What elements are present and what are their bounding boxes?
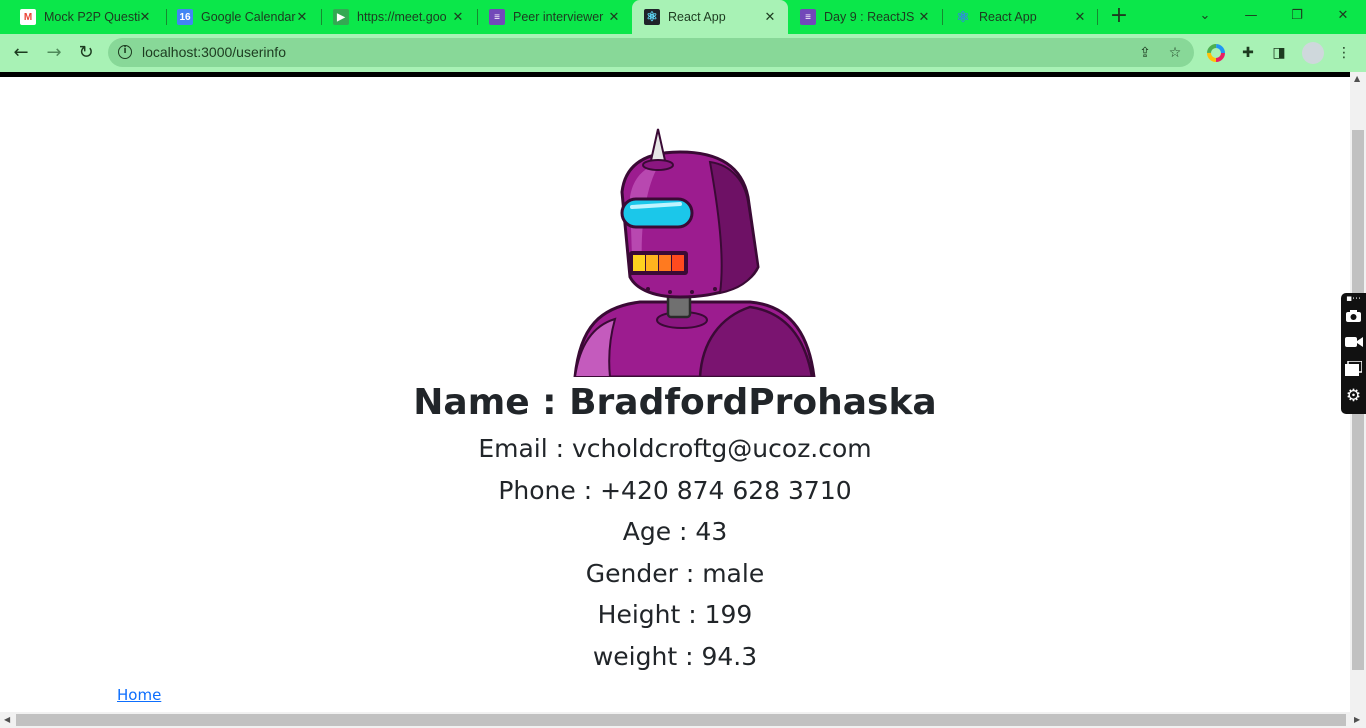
camera-icon[interactable] xyxy=(1344,309,1363,328)
react-icon: ⚛ xyxy=(956,9,970,26)
user-phone: Phone : +420 874 628 3710 xyxy=(498,476,852,505)
scroll-right-arrow-icon[interactable]: ▶ xyxy=(1354,715,1360,724)
forward-button[interactable]: → xyxy=(42,41,66,65)
settings-gear-icon[interactable]: ⚙ xyxy=(1344,387,1363,406)
window-close-button[interactable]: ✕ xyxy=(1333,6,1353,26)
tab-peer-interviewer[interactable]: ≡ Peer interviewer ✕ xyxy=(477,0,632,34)
user-height: Height : 199 xyxy=(597,600,753,629)
tab-search-chevron-icon[interactable]: ⌄ xyxy=(1195,6,1215,26)
scroll-up-arrow-icon[interactable]: ▲ xyxy=(1354,74,1360,83)
color-extension-icon[interactable] xyxy=(1207,44,1225,62)
user-gender: Gender : male xyxy=(585,559,765,588)
forms-icon: ≡ xyxy=(489,9,505,25)
tab-mock-p2p[interactable]: M Mock P2P Questi ✕ xyxy=(8,0,163,34)
user-weight: weight : 94.3 xyxy=(592,642,758,671)
back-button[interactable]: ← xyxy=(9,41,33,65)
meet-icon: ▶ xyxy=(333,9,349,25)
tab-google-meet[interactable]: ▶ https://meet.goo ✕ xyxy=(321,0,476,34)
close-icon[interactable]: ✕ xyxy=(450,9,466,25)
tab-title: React App xyxy=(979,10,1037,24)
more-menu-icon[interactable]: ⋮ xyxy=(1335,44,1353,62)
browser-toolbar: ← → ↻ i localhost:3000/userinfo ⇪ ☆ ✚ ◨ … xyxy=(0,34,1366,72)
user-email: Email : vcholdcroftg@ucoz.com xyxy=(478,434,872,463)
tab-title: Mock P2P Questi xyxy=(44,10,141,24)
reload-button[interactable]: ↻ xyxy=(74,41,98,65)
horizontal-scrollbar-thumb[interactable] xyxy=(16,714,1346,726)
tab-title: https://meet.goo xyxy=(357,10,447,24)
screen-capture-extension-panel: ▪⋯ ⚙ xyxy=(1341,293,1366,414)
url-text[interactable]: localhost:3000/userinfo xyxy=(142,44,286,60)
tab-react-app[interactable]: ⚛ React App ✕ xyxy=(943,0,1098,34)
minimize-button[interactable]: — xyxy=(1241,6,1261,26)
tab-google-calendar[interactable]: 16 Google Calendar ✕ xyxy=(165,0,320,34)
calendar-icon: 16 xyxy=(177,9,193,25)
address-bar[interactable]: i localhost:3000/userinfo ⇪ ☆ xyxy=(108,38,1194,67)
side-panel-icon[interactable]: ◨ xyxy=(1270,44,1288,62)
profile-avatar[interactable] xyxy=(1302,42,1324,64)
scroll-left-arrow-icon[interactable]: ◀ xyxy=(4,715,10,724)
horizontal-scrollbar[interactable]: ◀ ▶ xyxy=(0,712,1366,728)
window-capture-icon[interactable] xyxy=(1344,360,1363,380)
extensions-puzzle-icon[interactable]: ✚ xyxy=(1239,44,1257,62)
robot-avatar-image xyxy=(573,128,816,377)
video-camera-icon[interactable] xyxy=(1344,335,1363,354)
user-name-heading: Name : BradfordProhaska xyxy=(413,382,937,423)
panel-menu-icon[interactable]: ▪⋯ xyxy=(1344,293,1363,305)
home-link[interactable]: Home xyxy=(117,686,161,704)
forms-icon: ≡ xyxy=(800,9,816,25)
close-icon[interactable]: ✕ xyxy=(1072,9,1088,25)
tab-day9-reactjs[interactable]: ≡ Day 9 : ReactJS ✕ xyxy=(788,0,942,34)
close-icon[interactable]: ✕ xyxy=(606,9,622,25)
close-icon[interactable]: ✕ xyxy=(916,9,932,25)
share-icon[interactable]: ⇪ xyxy=(1136,44,1154,62)
page-viewport: Name : BradfordProhaska Email : vcholdcr… xyxy=(0,77,1350,712)
tab-react-app-active[interactable]: ⚛ React App ✕ xyxy=(632,0,788,34)
site-info-icon[interactable]: i xyxy=(118,45,132,59)
close-icon[interactable]: ✕ xyxy=(762,9,778,25)
tab-title: Google Calendar xyxy=(201,10,296,24)
user-age: Age : 43 xyxy=(622,517,728,546)
tab-title: Day 9 : ReactJS xyxy=(824,10,915,24)
react-icon: ⚛ xyxy=(644,9,660,25)
tab-title: React App xyxy=(668,10,726,24)
bookmark-star-icon[interactable]: ☆ xyxy=(1166,44,1184,62)
restore-button[interactable]: ❐ xyxy=(1287,6,1307,26)
close-icon[interactable]: ✕ xyxy=(294,9,310,25)
tab-separator xyxy=(1097,9,1098,25)
tab-title: Peer interviewer xyxy=(513,10,604,24)
new-tab-button[interactable]: + xyxy=(1108,5,1130,27)
close-icon[interactable]: ✕ xyxy=(137,9,153,25)
gmail-icon: M xyxy=(20,9,36,25)
tab-strip: M Mock P2P Questi ✕ 16 Google Calendar ✕… xyxy=(0,0,1366,34)
